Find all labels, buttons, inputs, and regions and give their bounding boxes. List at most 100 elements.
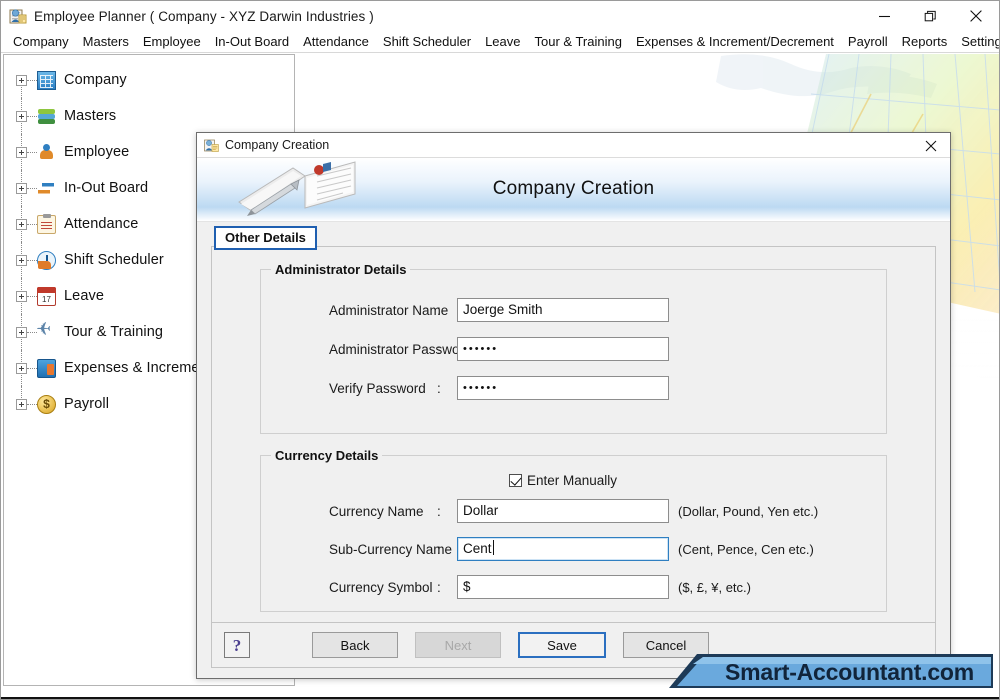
minimize-icon[interactable] bbox=[861, 1, 907, 31]
help-question-icon[interactable]: ? bbox=[224, 632, 250, 658]
dialog-title: Company Creation bbox=[225, 138, 330, 152]
dialog-body: Other Details Administrator Details Admi… bbox=[197, 226, 950, 641]
back-button[interactable]: Back bbox=[312, 632, 398, 658]
save-button[interactable]: Save bbox=[518, 632, 606, 658]
tree-item-label: Payroll bbox=[64, 396, 110, 412]
expand-plus-icon[interactable] bbox=[16, 326, 27, 338]
menu-item-tour-training[interactable]: Tour & Training bbox=[528, 32, 629, 52]
company-creation-icon bbox=[204, 138, 219, 153]
workspace: Company Masters Employee In-Out Board At… bbox=[1, 54, 999, 699]
window-title: Employee Planner ( Company - XYZ Darwin … bbox=[34, 8, 374, 24]
dialog-close-icon[interactable] bbox=[912, 133, 950, 158]
verify-password-label: Verify Password bbox=[329, 380, 426, 396]
menu-item-reports[interactable]: Reports bbox=[895, 32, 955, 52]
administrator-password-label: Administrator Password bbox=[329, 341, 472, 357]
menu-item-leave[interactable]: Leave bbox=[478, 32, 527, 52]
menu-item-company[interactable]: Company bbox=[6, 32, 76, 52]
restore-icon[interactable] bbox=[907, 1, 953, 31]
bottom-edge bbox=[1, 697, 999, 699]
administrator-name-label: Administrator Name bbox=[329, 302, 449, 318]
tree-connector bbox=[27, 187, 37, 189]
sub-currency-name-input[interactable]: Cent bbox=[457, 537, 669, 561]
branding-banner: Smart-Accountant.com bbox=[653, 650, 993, 694]
calendar-icon: 17 bbox=[37, 286, 56, 306]
app-icon bbox=[9, 7, 27, 25]
tree-item-label: Company bbox=[64, 72, 127, 88]
field-row-verify-password: Verify Password : •••••• bbox=[261, 376, 886, 400]
tree-item-company[interactable]: Company bbox=[14, 62, 294, 98]
expand-plus-icon[interactable] bbox=[16, 254, 27, 266]
field-row-currency-symbol: Currency Symbol : $ ($, £, ¥, etc.) bbox=[261, 575, 886, 599]
administrator-name-input[interactable]: Joerge Smith bbox=[457, 298, 669, 322]
currency-details-group: Currency Details Enter Manually Currency… bbox=[260, 448, 887, 612]
company-creation-dialog: Company Creation Company Creation Other … bbox=[196, 132, 951, 679]
enter-manually-checkbox[interactable] bbox=[509, 473, 522, 487]
window-titlebar: Employee Planner ( Company - XYZ Darwin … bbox=[1, 1, 999, 31]
expand-plus-icon[interactable] bbox=[16, 182, 27, 194]
tab-page-other-details: Administrator Details Administrator Name… bbox=[211, 246, 936, 627]
tree-item-masters[interactable]: Masters bbox=[14, 98, 294, 134]
tree-connector bbox=[27, 223, 37, 225]
menu-item-masters[interactable]: Masters bbox=[76, 32, 136, 52]
currency-name-input[interactable]: Dollar bbox=[457, 499, 669, 523]
field-colon: : bbox=[437, 380, 441, 396]
menu-item-payroll[interactable]: Payroll bbox=[841, 32, 895, 52]
close-icon[interactable] bbox=[953, 1, 999, 31]
sub-currency-name-hint: (Cent, Pence, Cen etc.) bbox=[678, 541, 814, 557]
menu-item-settings[interactable]: Settings bbox=[954, 32, 999, 52]
layers-icon bbox=[37, 107, 56, 126]
tree-connector bbox=[27, 79, 37, 81]
help-button-label: ? bbox=[232, 635, 242, 655]
application-window: Employee Planner ( Company - XYZ Darwin … bbox=[0, 0, 1000, 700]
tree-connector bbox=[27, 295, 37, 297]
currency-name-hint: (Dollar, Pound, Yen etc.) bbox=[678, 503, 819, 519]
tree-item-label: Leave bbox=[64, 288, 105, 304]
tree-item-label: Attendance bbox=[64, 216, 139, 232]
airplane-icon bbox=[37, 323, 56, 342]
coin-icon bbox=[37, 394, 56, 414]
enter-manually-row: Enter Manually bbox=[261, 470, 617, 490]
menu-item-in-out-board[interactable]: In-Out Board bbox=[208, 32, 296, 52]
expand-plus-icon[interactable] bbox=[16, 110, 27, 122]
in-out-icon bbox=[37, 179, 56, 198]
menu-item-expenses[interactable]: Expenses & Increment/Decrement bbox=[629, 32, 841, 52]
tree-item-label: Employee bbox=[64, 144, 130, 160]
field-colon: : bbox=[437, 503, 441, 519]
field-row-currency-name: Currency Name : Dollar (Dollar, Pound, Y… bbox=[261, 499, 886, 523]
expand-plus-icon[interactable] bbox=[16, 290, 27, 302]
expand-plus-icon[interactable] bbox=[16, 146, 27, 158]
wallet-icon bbox=[37, 358, 56, 378]
menu-item-shift-scheduler[interactable]: Shift Scheduler bbox=[376, 32, 478, 52]
enter-manually-label: Enter Manually bbox=[527, 472, 618, 488]
next-button: Next bbox=[415, 632, 501, 658]
group-legend: Administrator Details bbox=[271, 262, 411, 277]
dialog-banner: Company Creation bbox=[197, 158, 950, 222]
tree-item-label: Expenses & Increment/ bbox=[64, 360, 217, 376]
expand-plus-icon[interactable] bbox=[16, 218, 27, 230]
building-icon bbox=[37, 70, 56, 90]
menu-item-employee[interactable]: Employee bbox=[136, 32, 208, 52]
verify-password-input[interactable]: •••••• bbox=[457, 376, 669, 400]
dialog-banner-title: Company Creation bbox=[492, 178, 655, 199]
menu-item-attendance[interactable]: Attendance bbox=[296, 32, 376, 52]
currency-symbol-input[interactable]: $ bbox=[457, 575, 669, 599]
group-legend: Currency Details bbox=[271, 448, 383, 463]
field-row-administrator-name: Administrator Name : Joerge Smith bbox=[261, 298, 886, 322]
expand-plus-icon[interactable] bbox=[16, 398, 27, 410]
currency-symbol-label: Currency Symbol bbox=[329, 579, 433, 595]
tree-connector bbox=[27, 259, 37, 261]
expand-plus-icon[interactable] bbox=[16, 74, 27, 86]
field-colon: : bbox=[437, 579, 441, 595]
people-icon bbox=[37, 143, 56, 162]
tab-strip: Other Details bbox=[211, 226, 936, 250]
currency-symbol-hint: ($, £, ¥, etc.) bbox=[678, 579, 751, 595]
tree-item-label: Shift Scheduler bbox=[64, 252, 164, 268]
field-colon: : bbox=[437, 341, 441, 357]
administrator-password-input[interactable]: •••••• bbox=[457, 337, 669, 361]
expand-plus-icon[interactable] bbox=[16, 362, 27, 374]
menu-bar: Company Masters Employee In-Out Board At… bbox=[1, 31, 999, 53]
branding-text: Smart-Accountant.com bbox=[725, 659, 975, 685]
field-row-administrator-password: Administrator Password : •••••• bbox=[261, 337, 886, 361]
tab-other-details[interactable]: Other Details bbox=[214, 226, 317, 250]
administrator-details-group: Administrator Details Administrator Name… bbox=[260, 262, 887, 434]
